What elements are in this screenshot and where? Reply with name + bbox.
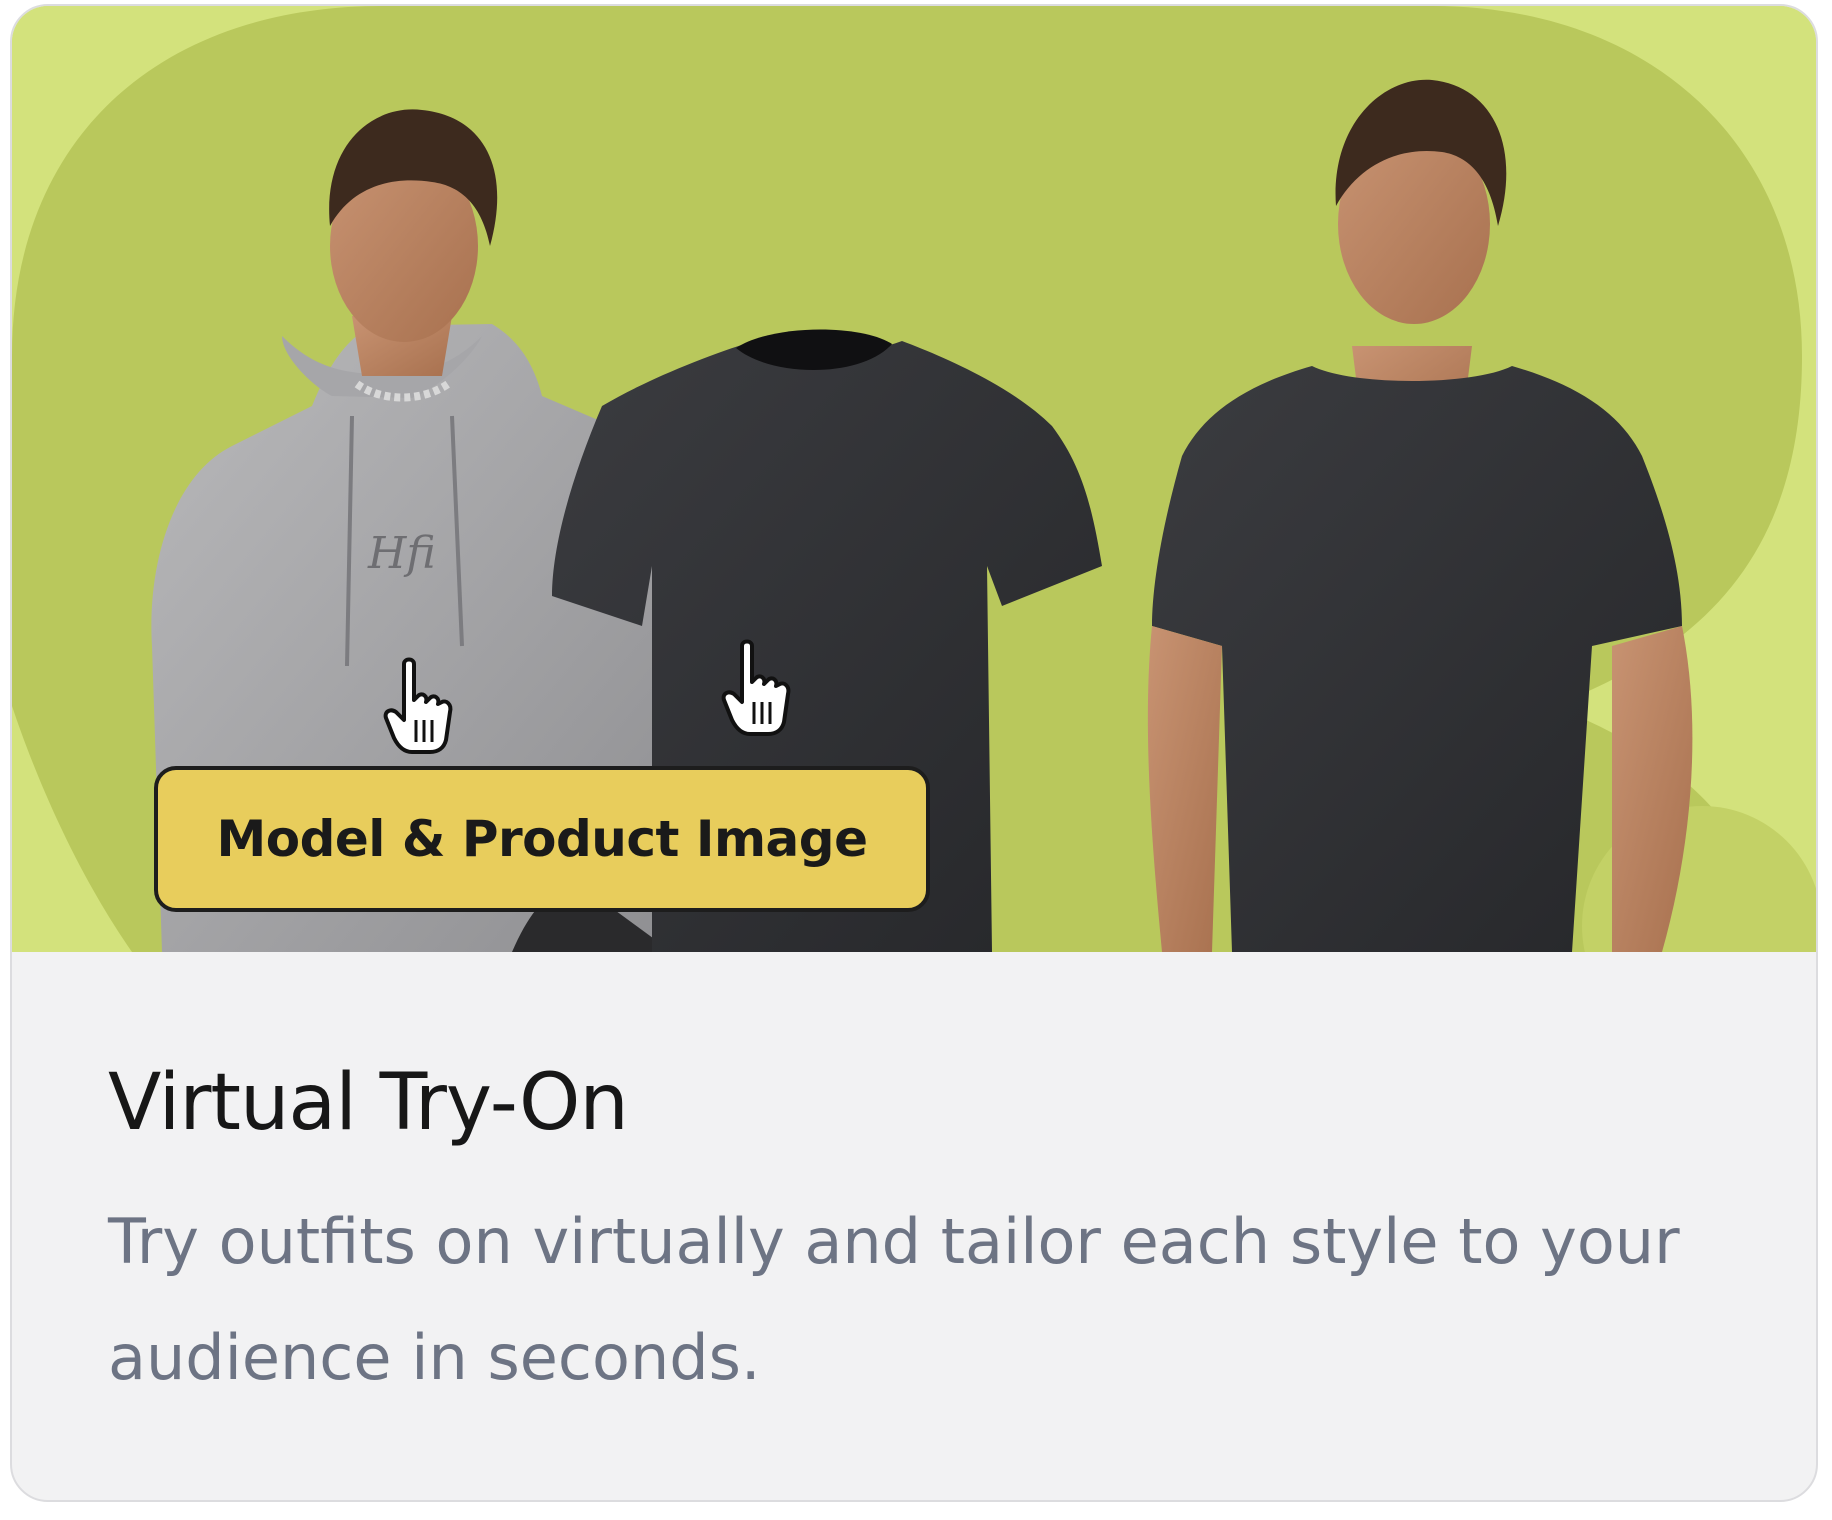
feature-card[interactable]: Hfi Model & Product Image Virtual Try-On…	[10, 4, 1818, 1502]
hero-image: Hfi Model & Product Image	[12, 6, 1816, 952]
model-product-badge: Model & Product Image	[154, 766, 930, 912]
hoodie-logo: Hfi	[367, 528, 436, 579]
hand-pointer-icon	[721, 639, 791, 736]
card-description: Try outfits on virtually and tailor each…	[108, 1205, 1680, 1394]
hand-pointer-icon	[383, 657, 453, 754]
badge-label: Model & Product Image	[216, 810, 869, 868]
card-title: Virtual Try-On	[108, 1058, 629, 1148]
